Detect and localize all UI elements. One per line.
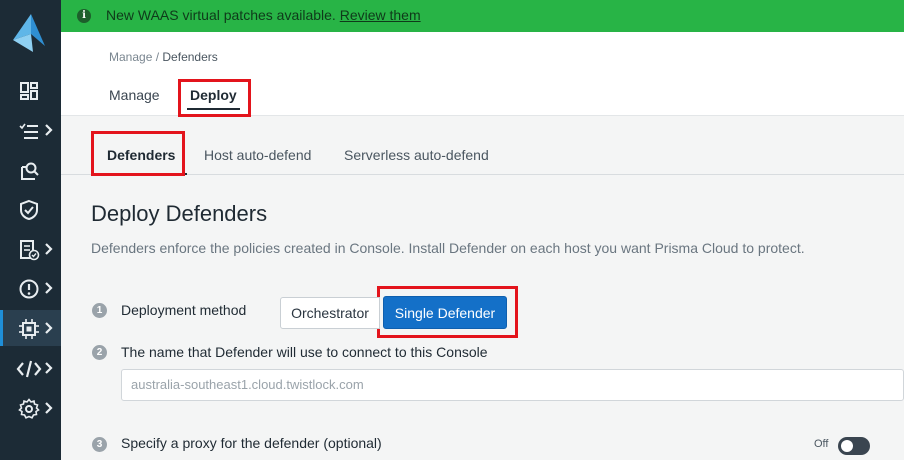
- defend-shield-icon: [20, 199, 38, 221]
- chevron-right-icon: [45, 402, 53, 414]
- console-name-field[interactable]: australia-southeast1.cloud.twistlock.com: [121, 369, 904, 401]
- step-label-deployment-method: Deployment method: [121, 302, 247, 318]
- sidebar-item-monitor[interactable]: [0, 112, 61, 148]
- monitor-list-icon: [19, 123, 38, 139]
- subtab-serverless-auto-defend[interactable]: Serverless auto-defend: [344, 147, 489, 163]
- highlight-deploy-tab: [178, 79, 251, 117]
- code-icon: [16, 360, 42, 378]
- banner-text: New WAAS virtual patches available.: [106, 7, 336, 23]
- sidebar-item-code[interactable]: [0, 350, 61, 386]
- step-number-1: 1: [92, 303, 107, 318]
- notification-banner: i New WAAS virtual patches available. Re…: [61, 0, 904, 32]
- sub-tabs: Defenders Host auto-defend Serverless au…: [61, 117, 904, 175]
- breadcrumb: Manage / Defenders: [109, 50, 218, 64]
- step-number-3: 3: [92, 437, 107, 452]
- info-icon: i: [77, 9, 91, 23]
- radar-search-icon: [21, 162, 39, 180]
- breadcrumb-current: Defenders: [162, 50, 218, 64]
- subtab-host-auto-defend[interactable]: Host auto-defend: [204, 147, 311, 163]
- sidebar-item-radar[interactable]: [0, 72, 61, 108]
- sidebar-item-settings[interactable]: [0, 390, 61, 426]
- proxy-toggle-label: Off: [814, 438, 829, 450]
- orchestrator-button[interactable]: Orchestrator: [280, 297, 380, 329]
- single-defender-button[interactable]: Single Defender: [383, 296, 507, 329]
- step-number-2: 2: [92, 345, 107, 360]
- sidebar-item-manage[interactable]: [0, 310, 61, 346]
- chevron-right-icon: [45, 243, 53, 255]
- sidebar-item-defend[interactable]: [0, 191, 61, 227]
- chevron-right-icon: [45, 362, 53, 374]
- compliance-icon: [20, 240, 40, 261]
- sidebar-item-compliance[interactable]: [0, 231, 61, 267]
- banner-message: New WAAS virtual patches available. Revi…: [106, 7, 421, 23]
- chevron-right-icon: [45, 282, 53, 294]
- breadcrumb-separator: /: [152, 50, 163, 64]
- sidebar: [0, 0, 61, 460]
- tab-manage[interactable]: Manage: [109, 87, 160, 103]
- chevron-right-icon: [45, 322, 53, 334]
- chevron-right-icon: [45, 124, 53, 136]
- highlight-defenders-tab: [91, 131, 185, 176]
- alerts-icon: [19, 279, 39, 299]
- logo-icon[interactable]: [11, 12, 47, 54]
- page-description: Defenders enforce the policies created i…: [91, 240, 805, 256]
- proxy-toggle[interactable]: [838, 437, 870, 455]
- manage-chip-icon: [19, 319, 39, 339]
- sidebar-item-radar-search[interactable]: [0, 152, 61, 188]
- toggle-knob: [841, 440, 853, 452]
- sidebar-item-alerts[interactable]: [0, 270, 61, 306]
- breadcrumb-parent[interactable]: Manage: [109, 50, 152, 64]
- review-link[interactable]: Review them: [340, 7, 421, 23]
- settings-gear-icon: [18, 398, 40, 419]
- step-label-console-name: The name that Defender will use to conne…: [121, 344, 488, 360]
- step-label-proxy: Specify a proxy for the defender (option…: [121, 435, 382, 451]
- page-title: Deploy Defenders: [91, 201, 268, 226]
- dashboard-icon: [20, 82, 38, 100]
